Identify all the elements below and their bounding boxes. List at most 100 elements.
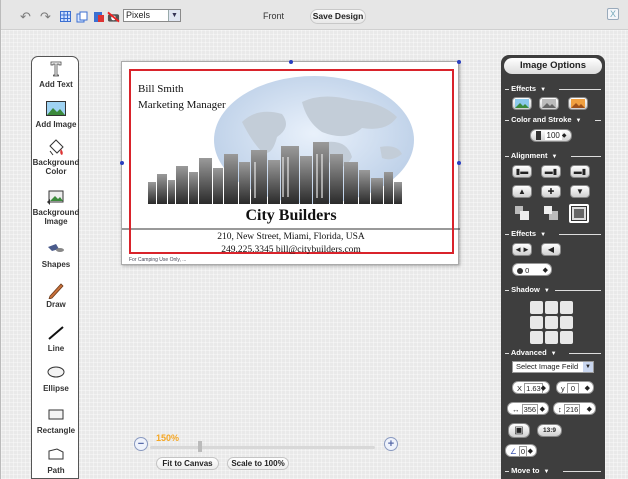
tool-label: Add Text — [39, 80, 73, 89]
shadow-none[interactable] — [545, 316, 558, 329]
card-job-title[interactable]: Marketing Manager — [138, 99, 226, 111]
width-field[interactable]: ↔ 356 ◆ — [507, 402, 549, 415]
flip-horizontal-button[interactable]: ◄► — [512, 243, 532, 256]
card-contact[interactable]: 249.225.3345 bill@citybuilders.com — [122, 245, 460, 255]
section-advanced[interactable]: Advanced ▼ — [505, 348, 601, 358]
align-top-button[interactable]: ▲ — [512, 185, 532, 198]
scale-to-100-button[interactable]: Scale to 100% — [227, 457, 289, 470]
align-middle-button[interactable]: ✚ — [541, 185, 561, 198]
spinner-icon[interactable]: ◆ — [543, 264, 548, 277]
save-design-button[interactable]: Save Design — [310, 9, 366, 24]
section-shadow[interactable]: Shadow ▼ — [505, 285, 601, 295]
shadow-right[interactable] — [560, 316, 573, 329]
card-name[interactable]: Bill Smith — [138, 83, 184, 95]
stroke-color-swatch[interactable] — [535, 131, 541, 140]
width-value[interactable]: 356 — [521, 404, 539, 415]
spinner-icon[interactable]: ◆ — [528, 445, 533, 458]
section-label: Alignment — [510, 151, 548, 160]
resize-handle[interactable] — [457, 161, 461, 165]
tool-ellipse[interactable]: Ellipse — [32, 365, 80, 393]
tool-shapes[interactable]: Shapes — [32, 241, 80, 269]
shadow-direction-grid[interactable] — [530, 301, 573, 344]
shadow-top[interactable] — [545, 301, 558, 314]
section-label: Shadow — [511, 285, 540, 294]
undo-icon[interactable]: ↶ — [19, 10, 32, 23]
spinner-icon[interactable]: ◆ — [540, 403, 545, 416]
zoom-in-icon[interactable]: + — [384, 437, 398, 451]
paste-icon[interactable] — [92, 10, 105, 23]
tool-rectangle[interactable]: Rectangle — [32, 407, 80, 435]
align-right-button[interactable]: ▬▮ — [570, 165, 590, 178]
card-address[interactable]: 210, New Street, Miami, Florida, USA — [122, 232, 460, 242]
height-value[interactable]: 216 — [563, 404, 581, 415]
effect-grayscale-button[interactable] — [539, 97, 559, 110]
section-alignment[interactable]: Alignment ▼ — [505, 151, 601, 161]
width-arrow-icon: ↔ — [512, 405, 520, 414]
effect-value[interactable]: 0 — [525, 266, 529, 275]
section-effects-2[interactable]: Effects ▼ — [505, 229, 601, 239]
crop-button[interactable]: ▣ — [508, 423, 530, 438]
copy-icon[interactable] — [75, 10, 88, 23]
side-label[interactable]: Front — [263, 11, 284, 21]
shadow-bottom-right[interactable] — [560, 331, 573, 344]
tool-add-text[interactable]: Add Text — [32, 61, 80, 89]
design-canvas[interactable]: Bill Smith Marketing Manager City Builde… — [120, 60, 461, 265]
align-bottom-button[interactable]: ▼ — [570, 185, 590, 198]
tool-draw[interactable]: Draw — [32, 281, 80, 309]
chevron-down-icon: ▼ — [551, 154, 558, 160]
x-position-field[interactable]: X 1.63 ◆ — [512, 381, 550, 394]
spinner-icon[interactable]: ◆ — [585, 382, 590, 395]
shadow-left[interactable] — [530, 316, 543, 329]
align-left-button[interactable]: ▮▬ — [512, 165, 532, 178]
zoom-slider-handle[interactable] — [198, 441, 202, 452]
close-icon[interactable]: X — [607, 8, 619, 20]
zoom-slider[interactable] — [150, 446, 375, 449]
align-center-button[interactable]: ▬▮ — [541, 165, 561, 178]
stroke-width-field[interactable]: 100 ◆ — [530, 129, 572, 142]
chevron-down-icon: ▼ — [543, 288, 550, 294]
section-color-stroke[interactable]: Color and Stroke ▼ — [505, 115, 601, 125]
y-position-field[interactable]: y 0 ◆ — [556, 381, 594, 394]
shadow-bottom-left[interactable] — [530, 331, 543, 344]
spinner-icon[interactable]: ◆ — [587, 403, 592, 416]
y-value[interactable]: 0 — [566, 383, 580, 394]
tool-add-image[interactable]: Add Image — [32, 101, 80, 129]
resize-handle[interactable] — [289, 60, 293, 64]
tool-line[interactable]: Line — [32, 325, 80, 353]
stroke-value[interactable]: 100 — [544, 131, 562, 140]
spinner-icon[interactable]: ◆ — [541, 382, 546, 395]
delete-icon[interactable] — [107, 10, 120, 23]
grid-icon[interactable] — [59, 10, 72, 23]
zoom-out-icon[interactable]: − — [134, 437, 148, 451]
rotation-value[interactable]: 0 — [518, 446, 527, 457]
aspect-ratio-button[interactable]: 13:9 — [537, 424, 562, 437]
send-back-button[interactable] — [514, 205, 530, 221]
rotation-field[interactable]: ∠ 0 ◆ — [505, 444, 537, 457]
shadow-top-right[interactable] — [560, 301, 573, 314]
tool-background-color[interactable]: Background Color — [32, 139, 80, 176]
redo-icon[interactable]: ↷ — [39, 10, 52, 23]
select-image-field[interactable]: Select Image Feild ▼ — [512, 361, 594, 373]
spinner-icon[interactable]: ◆ — [562, 132, 567, 139]
fit-image-button[interactable] — [569, 204, 589, 223]
section-effects[interactable]: Effects ▼ — [505, 84, 601, 94]
fit-to-canvas-button[interactable]: Fit to Canvas — [156, 457, 219, 470]
resize-handle[interactable] — [457, 60, 461, 64]
effect-value-field[interactable]: 0 ◆ — [512, 263, 552, 276]
chevron-down-icon: ▼ — [575, 118, 582, 124]
shadow-top-left[interactable] — [530, 301, 543, 314]
effect-normal-button[interactable] — [512, 97, 532, 110]
units-select[interactable]: Pixels ▼ — [123, 9, 181, 22]
card-company[interactable]: City Builders — [122, 207, 460, 225]
bring-front-icon — [544, 206, 558, 220]
section-move-to[interactable]: Move to ▼ — [505, 466, 601, 476]
tool-path[interactable]: Path — [32, 447, 80, 475]
tool-background-image[interactable]: Background Image — [32, 189, 80, 226]
height-field[interactable]: ↕ 216 ◆ — [553, 402, 596, 415]
effect-sepia-button[interactable] — [568, 97, 588, 110]
bring-front-button[interactable] — [543, 205, 559, 221]
shadow-bottom[interactable] — [545, 331, 558, 344]
resize-handle[interactable] — [120, 161, 124, 165]
tool-label: Shapes — [41, 260, 71, 269]
flip-vertical-button[interactable]: ◀ — [541, 243, 561, 256]
